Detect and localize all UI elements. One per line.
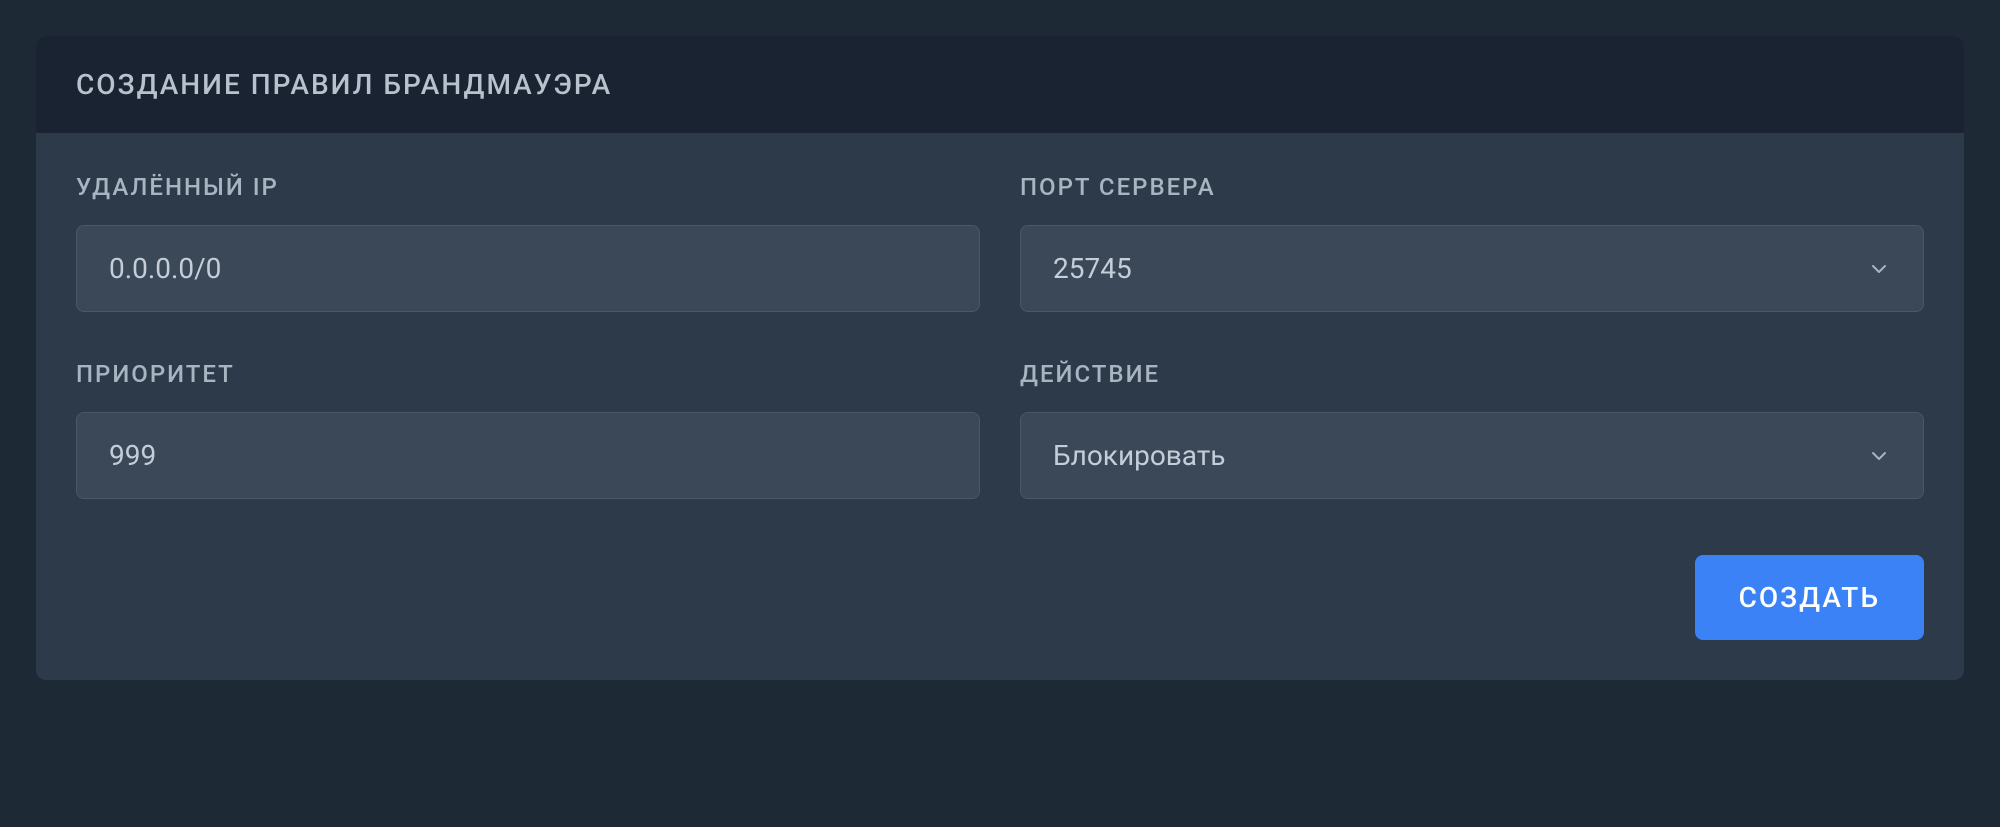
remote-ip-label: УДАЛЁННЫЙ IP	[76, 173, 980, 201]
form-grid: УДАЛЁННЫЙ IP ПОРТ СЕРВЕРА 25745 ПРИОРИТЕ…	[76, 173, 1924, 499]
action-select[interactable]: Блокировать	[1020, 412, 1924, 499]
action-value: Блокировать	[1053, 439, 1225, 472]
firewall-rule-panel: СОЗДАНИЕ ПРАВИЛ БРАНДМАУЭРА УДАЛЁННЫЙ IP…	[36, 36, 1964, 680]
server-port-select[interactable]: 25745	[1020, 225, 1924, 312]
server-port-group: ПОРТ СЕРВЕРА 25745	[1020, 173, 1924, 312]
create-button[interactable]: СОЗДАТЬ	[1695, 555, 1924, 640]
action-label: ДЕЙСТВИЕ	[1020, 360, 1924, 388]
server-port-value: 25745	[1053, 252, 1132, 285]
action-group: ДЕЙСТВИЕ Блокировать	[1020, 360, 1924, 499]
panel-title: СОЗДАНИЕ ПРАВИЛ БРАНДМАУЭРА	[76, 68, 1924, 101]
chevron-down-icon	[1867, 257, 1891, 281]
chevron-down-icon	[1867, 444, 1891, 468]
panel-header: СОЗДАНИЕ ПРАВИЛ БРАНДМАУЭРА	[36, 36, 1964, 133]
server-port-label: ПОРТ СЕРВЕРА	[1020, 173, 1924, 201]
remote-ip-group: УДАЛЁННЫЙ IP	[76, 173, 980, 312]
panel-body: УДАЛЁННЫЙ IP ПОРТ СЕРВЕРА 25745 ПРИОРИТЕ…	[36, 133, 1964, 680]
remote-ip-input[interactable]	[76, 225, 980, 312]
button-row: СОЗДАТЬ	[76, 555, 1924, 640]
priority-group: ПРИОРИТЕТ	[76, 360, 980, 499]
priority-input[interactable]	[76, 412, 980, 499]
priority-label: ПРИОРИТЕТ	[76, 360, 980, 388]
